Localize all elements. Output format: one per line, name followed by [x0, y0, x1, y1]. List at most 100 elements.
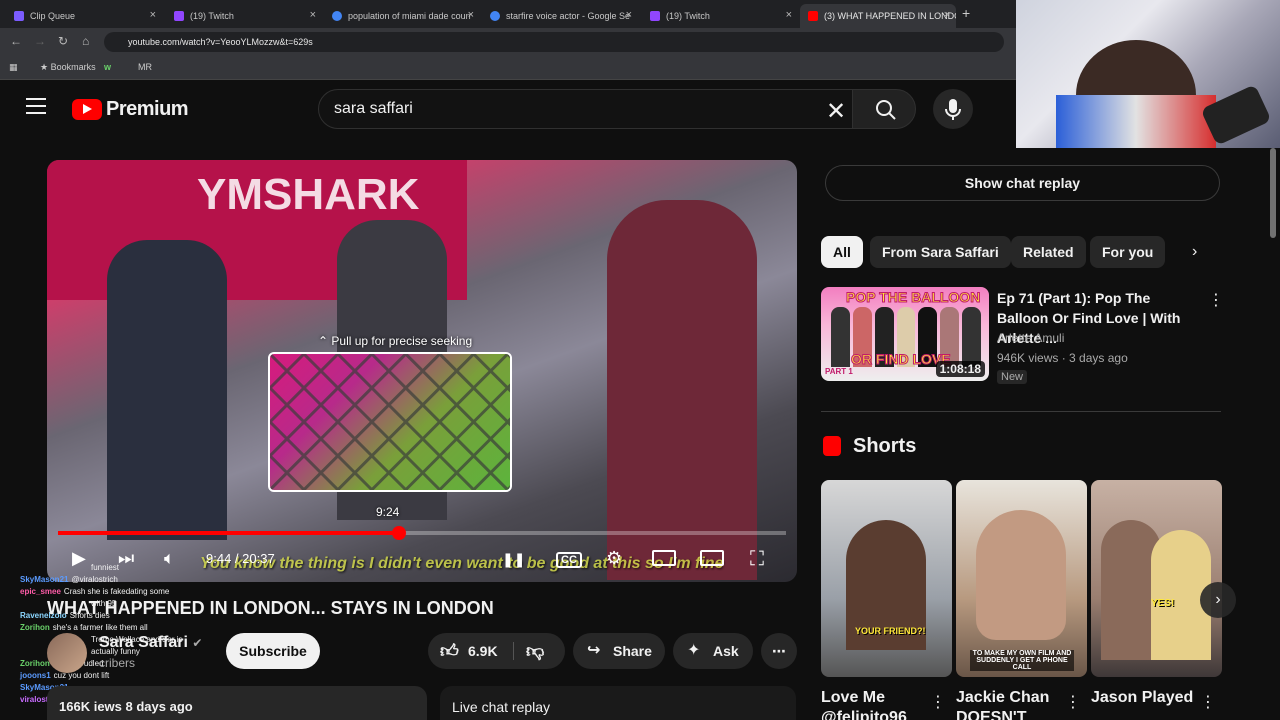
like-dislike-group: 👍︎ 6.9K 👎︎ [428, 633, 565, 669]
description-box[interactable]: 166K iews 8 days ago [47, 686, 427, 720]
browser-tab[interactable]: (19) Twitch × [642, 4, 798, 28]
youtube-play-icon [72, 99, 102, 120]
chip-all[interactable]: All [821, 236, 863, 268]
browser-tab[interactable]: Clip Queue × [6, 4, 162, 28]
more-vert-icon[interactable]: ⋮ [930, 692, 946, 712]
chat-text: Crash she is fakedating some [63, 587, 170, 596]
browser-tab-bar: Clip Queue × (19) Twitch × population of m… [0, 0, 1016, 28]
video-person [107, 240, 227, 540]
share-button[interactable]: ↪ Share [573, 633, 665, 669]
new-tab-button[interactable]: + [962, 5, 970, 21]
subscribe-button[interactable]: Subscribe [226, 633, 320, 669]
chevron-right-icon[interactable]: › [1200, 582, 1236, 618]
seek-hint: ⌃ Pull up for precise seeking [318, 334, 473, 348]
captions-icon[interactable]: CC [556, 552, 582, 568]
browser-tab-active[interactable]: (3) WHAT HAPPENED IN LONDO × [800, 4, 956, 28]
webcam-overlay [1016, 0, 1280, 148]
close-tab-icon[interactable]: × [310, 9, 316, 21]
more-actions-button[interactable]: ⋯ [761, 633, 797, 669]
live-chat-replay-panel[interactable]: Live chat replay [440, 686, 796, 720]
chat-username: epic_smee [20, 587, 61, 596]
fullscreen-icon[interactable]: ⛶ [750, 548, 764, 571]
dislike-icon[interactable]: 👎︎ [526, 633, 544, 669]
menu-icon[interactable] [26, 98, 46, 114]
tab-favicon-icon [174, 11, 184, 21]
page-scrollbar[interactable] [1270, 148, 1276, 238]
divider [513, 642, 514, 660]
browser-tab[interactable]: population of miami dade coun × [324, 4, 480, 28]
video-person [607, 200, 757, 580]
chat-message: epic_smee Crash she is fakedating some [20, 586, 220, 598]
recommended-thumbnail[interactable]: POP THE BALLOON OR FIND LOVE PART 1 1:08… [821, 287, 989, 381]
close-tab-icon[interactable]: × [626, 9, 632, 21]
browser-tab[interactable]: starfire voice actor - Google Se × [482, 4, 638, 28]
bookmark-folder[interactable]: ★ Bookmarks [40, 62, 96, 73]
more-vert-icon[interactable]: ⋮ [1200, 692, 1216, 712]
progress-bar[interactable] [58, 526, 786, 540]
bookmark-item[interactable]: MR [138, 62, 152, 72]
close-tab-icon[interactable]: × [944, 9, 950, 21]
ask-button[interactable]: ✦ Ask [673, 633, 753, 669]
chat-text: funniest [91, 563, 120, 572]
chat-message: funniest [20, 562, 220, 574]
tab-favicon-icon [14, 11, 24, 21]
youtube-premium-logo[interactable]: Premium [72, 98, 189, 121]
chat-username: SkyMason21 [20, 575, 69, 584]
search-icon [876, 100, 896, 120]
forward-icon[interactable]: → [34, 34, 46, 48]
short-title[interactable]: Love Me @felipito96 [821, 688, 931, 720]
short-title[interactable]: Jackie Chan DOESN'T [956, 688, 1066, 720]
seek-preview-thumbnail [268, 352, 512, 492]
share-icon: ↪ [587, 642, 601, 659]
short-title[interactable]: Jason Played [1091, 688, 1201, 720]
chip-for-you[interactable]: For you [1090, 236, 1166, 268]
close-tab-icon[interactable]: × [786, 9, 792, 21]
search-button[interactable] [852, 89, 916, 129]
sparkle-icon: ✦ [687, 642, 701, 659]
theater-mode-icon[interactable] [700, 550, 724, 566]
clear-search-icon[interactable]: ✕ [826, 97, 846, 126]
browser-tab[interactable]: (19) Twitch × [166, 4, 322, 28]
fence-pattern [270, 354, 510, 490]
youtube-favicon-icon [808, 11, 818, 21]
like-icon[interactable]: 👍︎ [440, 633, 459, 669]
chat-username: Zorihon [20, 659, 50, 668]
duration-badge: 1:08:18 [935, 361, 985, 377]
home-icon[interactable]: ⌂ [82, 34, 89, 48]
channel-avatar[interactable] [47, 633, 87, 673]
bookmarks-bar: ▦ ★ Bookmarks w MR [0, 56, 1016, 80]
shorts-icon [823, 436, 841, 456]
new-badge: New [997, 370, 1028, 384]
apps-icon[interactable]: ▦ [9, 62, 18, 73]
channel-name[interactable]: Sara Saffari ✔ [99, 634, 202, 652]
bookmark-item[interactable]: w [104, 62, 111, 72]
short-thumbnail[interactable]: YOUR FRIEND?! [821, 480, 952, 677]
short-thumbnail[interactable]: TO MAKE MY OWN FILM AND SUDDENLY I GET A… [956, 480, 1087, 677]
subscriber-count: cribers [99, 656, 136, 670]
close-tab-icon[interactable]: × [150, 9, 156, 21]
miniplayer-icon[interactable] [652, 550, 676, 566]
search-input[interactable]: sara saffari [318, 89, 862, 129]
chip-related[interactable]: Related [1011, 236, 1086, 268]
pause-icon[interactable]: ❚❚ [502, 551, 525, 568]
close-tab-icon[interactable]: × [468, 9, 474, 21]
more-vert-icon[interactable]: ⋮ [1065, 692, 1081, 712]
short-thumbnail[interactable]: YES! [1091, 480, 1222, 677]
verified-icon: ✔ [192, 636, 203, 650]
show-chat-replay-button[interactable]: Show chat replay [825, 165, 1220, 201]
subtitle-text: You know the thing is I didn't even want… [200, 555, 724, 572]
microphone-icon [945, 99, 961, 120]
more-vert-icon[interactable]: ⋮ [1208, 290, 1224, 310]
chat-username: jooons1 [20, 671, 51, 680]
chip-from-channel[interactable]: From Sara Saffari [870, 236, 1011, 268]
streamer-shirt [1056, 95, 1216, 148]
back-icon[interactable]: ← [10, 34, 22, 48]
settings-gear-icon[interactable]: ⚙ [606, 548, 622, 569]
reload-icon[interactable]: ↻ [58, 34, 68, 48]
url-field[interactable]: youtube.com/watch?v=YeooYLMozzw&t=629s [104, 32, 1004, 52]
voice-search-button[interactable] [933, 89, 973, 129]
chevron-right-icon[interactable]: › [1192, 243, 1197, 261]
recommended-channel[interactable]: Arlette Amuli [997, 331, 1064, 345]
tab-favicon-icon [650, 11, 660, 21]
preview-time: 9:24 [376, 505, 400, 519]
